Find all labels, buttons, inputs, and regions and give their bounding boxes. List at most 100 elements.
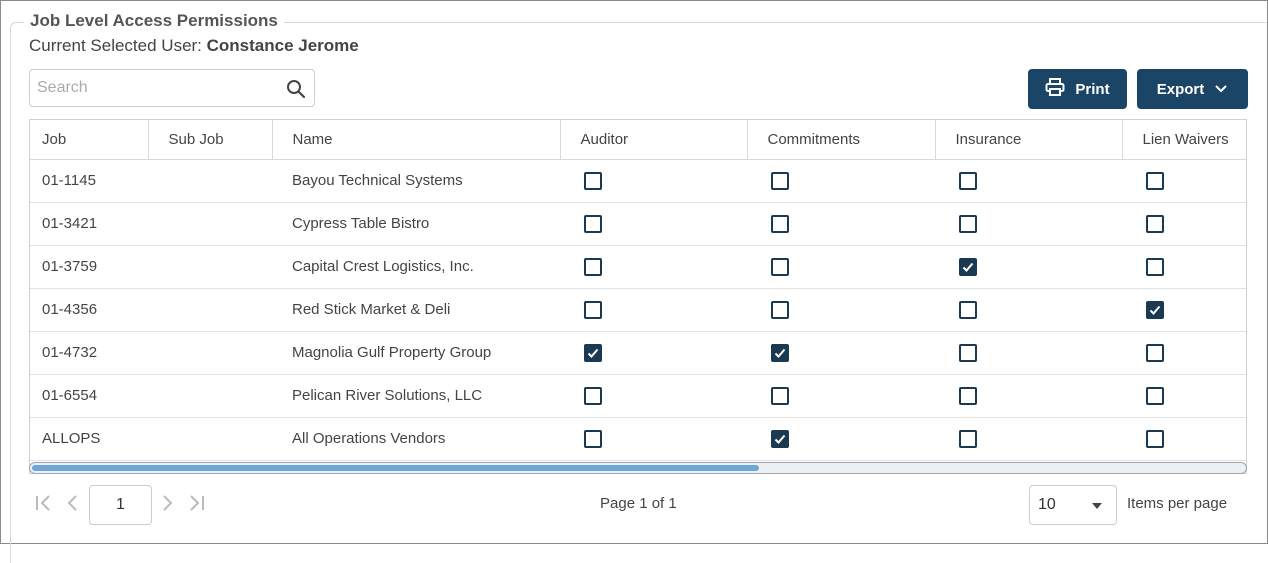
page-number-input[interactable]: 1 <box>89 485 152 525</box>
insurance-checkbox[interactable] <box>959 214 977 233</box>
sub-job-cell <box>148 374 272 418</box>
lien-waivers-checkbox[interactable] <box>1146 300 1164 319</box>
search-box <box>29 69 315 107</box>
column-header-commitments[interactable]: Commitments <box>747 120 936 160</box>
auditor-cell <box>560 331 747 375</box>
lien-waivers-cell <box>1122 374 1246 418</box>
lien-waivers-checkbox[interactable] <box>1146 386 1164 405</box>
table-row: 01-6554 Pelican River Solutions, LLC <box>30 374 1246 418</box>
lien-waivers-cell <box>1122 159 1246 203</box>
lien-waivers-checkbox[interactable] <box>1146 429 1164 448</box>
auditor-cell <box>560 288 747 332</box>
lien-waivers-cell <box>1122 331 1246 375</box>
table-row: 01-4732 Magnolia Gulf Property Group <box>30 331 1246 375</box>
items-per-page-value: 10 <box>1038 496 1056 513</box>
scrollbar-thumb[interactable] <box>32 465 759 471</box>
checkmark-icon <box>774 348 786 358</box>
column-header-sub-job[interactable]: Sub Job <box>148 120 273 160</box>
auditor-checkbox[interactable] <box>584 429 602 448</box>
insurance-checkbox[interactable] <box>959 300 977 319</box>
checkmark-icon <box>774 434 786 444</box>
auditor-checkbox[interactable] <box>584 214 602 233</box>
sub-job-cell <box>148 331 272 375</box>
auditor-checkbox[interactable] <box>584 386 602 405</box>
auditor-checkbox[interactable] <box>584 171 602 190</box>
name-cell: Cypress Table Bistro <box>272 202 560 246</box>
permissions-grid: Job Sub Job Name Auditor Commitments Ins… <box>29 119 1247 474</box>
print-button[interactable]: Print <box>1028 69 1127 109</box>
export-label: Export <box>1156 80 1205 98</box>
page-info: Page 1 of 1 <box>600 495 677 512</box>
commitments-cell <box>747 331 935 375</box>
job-cell: 01-3421 <box>30 202 148 246</box>
commitments-cell <box>747 245 935 289</box>
checkmark-icon <box>587 348 599 358</box>
commitments-checkbox[interactable] <box>771 257 789 276</box>
insurance-checkbox[interactable] <box>959 257 977 276</box>
caret-down-icon <box>1092 503 1102 509</box>
export-button[interactable]: Export <box>1137 69 1248 109</box>
lien-waivers-checkbox[interactable] <box>1146 343 1164 362</box>
commitments-checkbox[interactable] <box>771 300 789 319</box>
insurance-checkbox[interactable] <box>959 429 977 448</box>
lien-waivers-cell <box>1122 245 1246 289</box>
commitments-cell <box>747 202 935 246</box>
name-cell: All Operations Vendors <box>272 417 560 461</box>
horizontal-scrollbar[interactable] <box>29 462 1247 474</box>
column-header-lien-waivers[interactable]: Lien Waivers <box>1122 120 1246 160</box>
search-input[interactable] <box>30 70 277 106</box>
insurance-checkbox[interactable] <box>959 386 977 405</box>
column-header-insurance[interactable]: Insurance <box>935 120 1123 160</box>
insurance-cell <box>935 331 1122 375</box>
job-cell: 01-6554 <box>30 374 148 418</box>
table-row: 01-3421 Cypress Table Bistro <box>30 202 1246 246</box>
commitments-cell <box>747 417 935 461</box>
auditor-cell <box>560 159 747 203</box>
panel-title: Job Level Access Permissions <box>24 11 284 31</box>
auditor-cell <box>560 374 747 418</box>
next-page-icon[interactable] <box>160 494 174 517</box>
column-header-name[interactable]: Name <box>272 120 561 160</box>
commitments-checkbox[interactable] <box>771 171 789 190</box>
lien-waivers-checkbox[interactable] <box>1146 214 1164 233</box>
commitments-cell <box>747 159 935 203</box>
sub-job-cell <box>148 159 272 203</box>
permissions-table: Job Sub Job Name Auditor Commitments Ins… <box>30 120 1246 461</box>
sub-job-cell <box>148 417 272 461</box>
name-cell: Red Stick Market & Deli <box>272 288 560 332</box>
items-per-page-select[interactable]: 10 <box>1029 485 1117 525</box>
commitments-checkbox[interactable] <box>771 214 789 233</box>
auditor-checkbox[interactable] <box>584 257 602 276</box>
print-label: Print <box>1075 80 1110 98</box>
auditor-checkbox[interactable] <box>584 300 602 319</box>
job-cell: 01-4732 <box>30 331 148 375</box>
current-user: Current Selected User: Constance Jerome <box>29 36 359 56</box>
commitments-checkbox[interactable] <box>771 343 789 362</box>
job-cell: 01-3759 <box>30 245 148 289</box>
last-page-icon[interactable] <box>187 494 207 517</box>
name-cell: Pelican River Solutions, LLC <box>272 374 560 418</box>
job-cell: 01-1145 <box>30 159 148 203</box>
name-cell: Magnolia Gulf Property Group <box>272 331 560 375</box>
auditor-cell <box>560 245 747 289</box>
column-header-job[interactable]: Job <box>30 120 149 160</box>
auditor-checkbox[interactable] <box>584 343 602 362</box>
column-header-auditor[interactable]: Auditor <box>560 120 748 160</box>
header-row: Job Sub Job Name Auditor Commitments Ins… <box>30 120 1246 160</box>
sub-job-cell <box>148 288 272 332</box>
lien-waivers-checkbox[interactable] <box>1146 171 1164 190</box>
commitments-checkbox[interactable] <box>771 429 789 448</box>
checkmark-icon <box>1149 305 1161 315</box>
insurance-checkbox[interactable] <box>959 343 977 362</box>
insurance-cell <box>935 374 1122 418</box>
search-icon[interactable] <box>286 79 306 104</box>
previous-page-icon[interactable] <box>66 494 80 517</box>
insurance-cell <box>935 417 1122 461</box>
table-row: 01-4356 Red Stick Market & Deli <box>30 288 1246 332</box>
insurance-checkbox[interactable] <box>959 171 977 190</box>
first-page-icon[interactable] <box>34 494 54 517</box>
sub-job-cell <box>148 245 272 289</box>
table-row: 01-3759 Capital Crest Logistics, Inc. <box>30 245 1246 289</box>
commitments-checkbox[interactable] <box>771 386 789 405</box>
lien-waivers-checkbox[interactable] <box>1146 257 1164 276</box>
